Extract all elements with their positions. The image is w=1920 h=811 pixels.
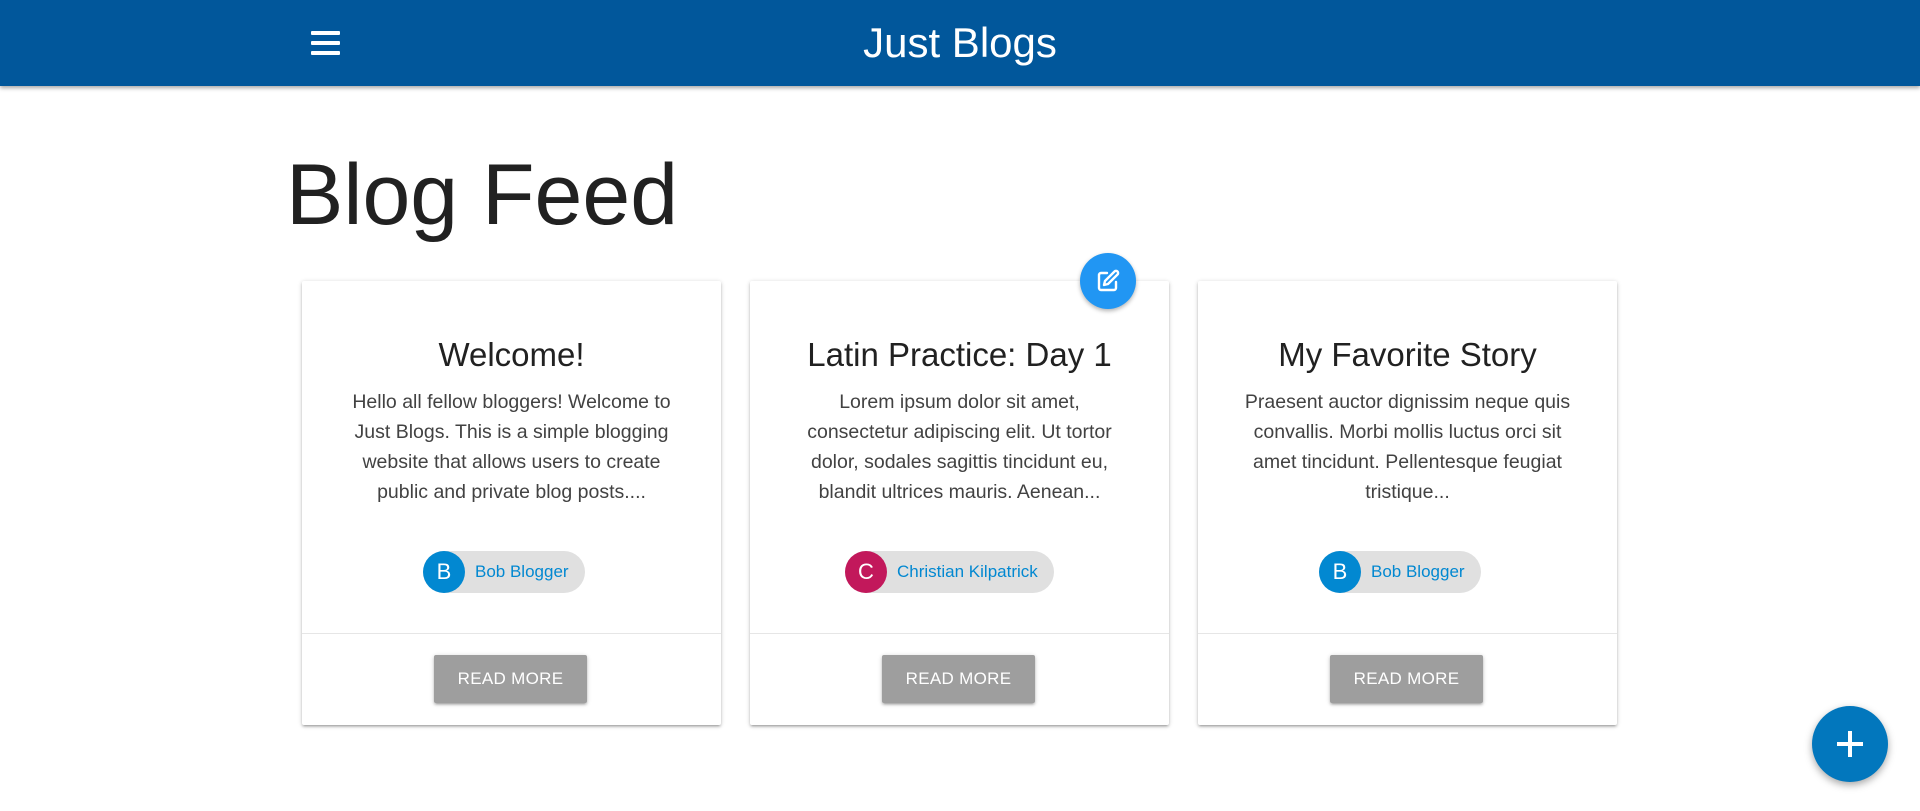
author-chip[interactable]: C Christian Kilpatrick bbox=[845, 551, 1054, 593]
card-excerpt: Hello all fellow bloggers! Welcome to Ju… bbox=[352, 391, 671, 503]
add-post-button[interactable] bbox=[1812, 706, 1888, 782]
avatar: B bbox=[1319, 551, 1361, 593]
hamburger-menu-icon[interactable] bbox=[300, 21, 350, 65]
author-name: Bob Blogger bbox=[475, 562, 569, 581]
blog-card: My Favorite Story Praesent auctor dignis… bbox=[1198, 281, 1617, 725]
read-more-button[interactable]: READ MORE bbox=[434, 655, 587, 703]
card-title: Latin Practice: Day 1 bbox=[807, 336, 1112, 373]
read-more-button[interactable]: READ MORE bbox=[1330, 655, 1483, 703]
author-chip[interactable]: B Bob Blogger bbox=[423, 551, 585, 593]
edit-post-button[interactable] bbox=[1080, 253, 1136, 309]
avatar: B bbox=[423, 551, 465, 593]
divider bbox=[302, 633, 721, 634]
card-excerpt: Praesent auctor dignissim neque quis con… bbox=[1244, 391, 1571, 503]
plus-icon bbox=[1837, 731, 1863, 757]
divider bbox=[750, 633, 1169, 634]
card-excerpt: Lorem ipsum dolor sit amet, consectetur … bbox=[807, 391, 1112, 503]
page-title: Blog Feed bbox=[286, 147, 679, 243]
app-title: Just Blogs bbox=[863, 19, 1057, 66]
card-title: My Favorite Story bbox=[1278, 336, 1537, 373]
divider bbox=[1198, 633, 1617, 634]
read-more-button[interactable]: READ MORE bbox=[882, 655, 1035, 703]
card-title: Welcome! bbox=[438, 336, 585, 373]
author-name: Christian Kilpatrick bbox=[897, 562, 1038, 581]
blog-card: Welcome! Hello all fellow bloggers! Welc… bbox=[302, 281, 721, 725]
author-chip[interactable]: B Bob Blogger bbox=[1319, 551, 1481, 593]
author-name: Bob Blogger bbox=[1371, 562, 1465, 581]
edit-icon bbox=[1097, 269, 1120, 292]
blog-card: Latin Practice: Day 1 Lorem ipsum dolor … bbox=[750, 281, 1169, 725]
avatar: C bbox=[845, 551, 887, 593]
app-bar: Just Blogs bbox=[0, 0, 1920, 86]
